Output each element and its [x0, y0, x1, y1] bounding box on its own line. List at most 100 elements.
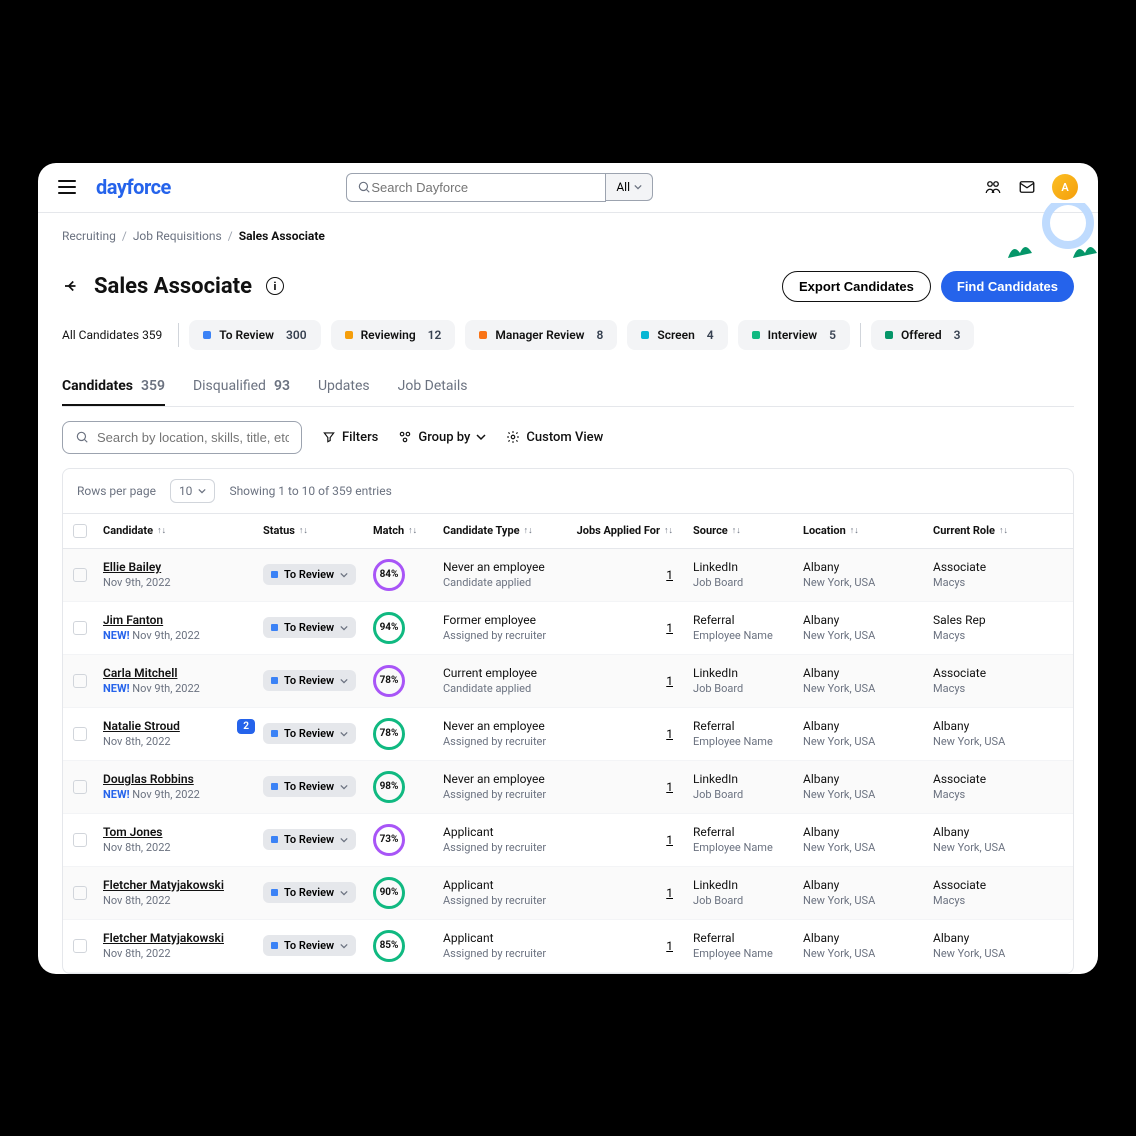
table-row: Fletcher Matyjakowski Nov 8th, 2022 To R…: [63, 867, 1073, 920]
row-checkbox[interactable]: [73, 780, 87, 794]
crumb-recruiting[interactable]: Recruiting: [62, 229, 116, 243]
status-color-swatch: [271, 624, 278, 631]
stage-pill-to-review[interactable]: To Review300: [189, 320, 320, 350]
table-row: Tom Jones Nov 8th, 2022 To Review 73% Ap…: [63, 814, 1073, 867]
location-sub: New York, USA: [803, 682, 933, 695]
tab-disqualified[interactable]: Disqualified93: [193, 378, 290, 406]
source-sub: Employee Name: [693, 947, 803, 960]
tab-candidates[interactable]: Candidates359: [62, 378, 165, 406]
title-bar: Sales Associate i Export Candidates Find…: [62, 271, 1074, 302]
jobs-applied-count[interactable]: 1: [573, 886, 693, 900]
export-candidates-button[interactable]: Export Candidates: [782, 271, 931, 302]
row-checkbox[interactable]: [73, 727, 87, 741]
jobs-applied-count[interactable]: 1: [573, 621, 693, 635]
status-select[interactable]: To Review: [263, 723, 356, 744]
info-icon[interactable]: i: [266, 277, 284, 295]
candidate-name-link[interactable]: Jim Fanton: [103, 613, 263, 627]
search-scope-select[interactable]: All: [606, 173, 653, 201]
tab-updates[interactable]: Updates: [318, 378, 370, 406]
row-checkbox[interactable]: [73, 568, 87, 582]
candidate-search[interactable]: [62, 421, 302, 454]
avatar[interactable]: A: [1052, 174, 1078, 200]
tab-job-details[interactable]: Job Details: [398, 378, 468, 406]
row-checkbox[interactable]: [73, 621, 87, 635]
status-color-swatch: [271, 942, 278, 949]
status-select[interactable]: To Review: [263, 564, 356, 585]
search-input[interactable]: [371, 180, 595, 195]
status-select[interactable]: To Review: [263, 776, 356, 797]
candidate-name-link[interactable]: Fletcher Matyjakowski: [103, 931, 263, 945]
candidate-date: Nov 8th, 2022: [103, 841, 263, 854]
col-jobs-applied[interactable]: Jobs Applied For↑↓: [573, 524, 693, 538]
find-candidates-button[interactable]: Find Candidates: [941, 271, 1074, 302]
stage-color-swatch: [479, 331, 487, 339]
jobs-applied-count[interactable]: 1: [573, 727, 693, 741]
row-checkbox[interactable]: [73, 939, 87, 953]
select-all-checkbox[interactable]: [73, 524, 87, 538]
match-score-ring: 94%: [373, 612, 405, 644]
candidate-search-input[interactable]: [97, 430, 289, 445]
stage-pill-reviewing[interactable]: Reviewing12: [331, 320, 456, 350]
candidate-name-link[interactable]: Tom Jones: [103, 825, 263, 839]
candidate-name-link[interactable]: Carla Mitchell: [103, 666, 263, 680]
stage-pill-manager-review[interactable]: Manager Review8: [465, 320, 617, 350]
jobs-applied-count[interactable]: 1: [573, 780, 693, 794]
col-candidate[interactable]: Candidate↑↓: [103, 524, 263, 538]
col-match[interactable]: Match↑↓: [373, 524, 443, 538]
chevron-down-icon: [476, 432, 486, 442]
status-select[interactable]: To Review: [263, 829, 356, 850]
status-select[interactable]: To Review: [263, 882, 356, 903]
location: Albany: [803, 825, 933, 839]
group-by-button[interactable]: Group by: [398, 430, 486, 445]
row-checkbox[interactable]: [73, 674, 87, 688]
crumb-requisitions[interactable]: Job Requisitions: [133, 229, 222, 243]
current-role: Associate: [933, 560, 1063, 574]
stage-pill-screen[interactable]: Screen4: [627, 320, 727, 350]
search-input-wrap[interactable]: [346, 173, 606, 202]
col-candidate-type[interactable]: Candidate Type↑↓: [443, 524, 573, 538]
menu-icon[interactable]: [58, 180, 76, 194]
col-current-role[interactable]: Current Role↑↓: [933, 524, 1063, 538]
candidate-type-sub: Assigned by recruiter: [443, 894, 573, 907]
status-label: To Review: [284, 780, 334, 793]
all-candidates-summary[interactable]: All Candidates 359: [62, 328, 162, 342]
tab-label: Job Details: [398, 378, 468, 396]
jobs-applied-count[interactable]: 1: [573, 568, 693, 582]
status-select[interactable]: To Review: [263, 935, 356, 956]
col-status[interactable]: Status↑↓: [263, 524, 373, 538]
jobs-applied-count[interactable]: 1: [573, 833, 693, 847]
row-checkbox[interactable]: [73, 833, 87, 847]
status-select[interactable]: To Review: [263, 670, 356, 691]
filters-button[interactable]: Filters: [322, 430, 378, 445]
jobs-applied-count[interactable]: 1: [573, 674, 693, 688]
current-role-sub: Macys: [933, 788, 1063, 801]
jobs-applied-count[interactable]: 1: [573, 939, 693, 953]
current-role-sub: Macys: [933, 894, 1063, 907]
mail-icon[interactable]: [1018, 178, 1036, 196]
pagination-bar: Rows per page 10 Showing 1 to 10 of 359 …: [63, 469, 1073, 513]
current-role-sub: New York, USA: [933, 947, 1063, 960]
candidate-name-link[interactable]: Fletcher Matyjakowski: [103, 878, 263, 892]
sort-icon: ↑↓: [524, 525, 533, 536]
rows-per-page-label: Rows per page: [77, 484, 156, 498]
people-icon[interactable]: [984, 178, 1002, 196]
status-select[interactable]: To Review: [263, 617, 356, 638]
stage-pill-offered[interactable]: Offered3: [871, 320, 974, 350]
col-source[interactable]: Source↑↓: [693, 524, 803, 538]
candidate-name-link[interactable]: Douglas Robbins: [103, 772, 263, 786]
source: LinkedIn: [693, 772, 803, 786]
row-checkbox[interactable]: [73, 886, 87, 900]
candidate-name-link[interactable]: Ellie Bailey: [103, 560, 263, 574]
location-sub: New York, USA: [803, 788, 933, 801]
divider: [178, 323, 179, 347]
col-location[interactable]: Location↑↓: [803, 524, 933, 538]
stage-count: 300: [286, 328, 307, 342]
custom-view-button[interactable]: Custom View: [506, 430, 603, 445]
current-role-sub: New York, USA: [933, 841, 1063, 854]
back-arrow-icon[interactable]: [62, 277, 80, 295]
candidate-type: Applicant: [443, 825, 573, 839]
rows-per-page-select[interactable]: 10: [170, 479, 216, 503]
status-label: To Review: [284, 727, 334, 740]
table-row: Fletcher Matyjakowski Nov 8th, 2022 To R…: [63, 920, 1073, 973]
stage-pill-interview[interactable]: Interview5: [738, 320, 850, 350]
